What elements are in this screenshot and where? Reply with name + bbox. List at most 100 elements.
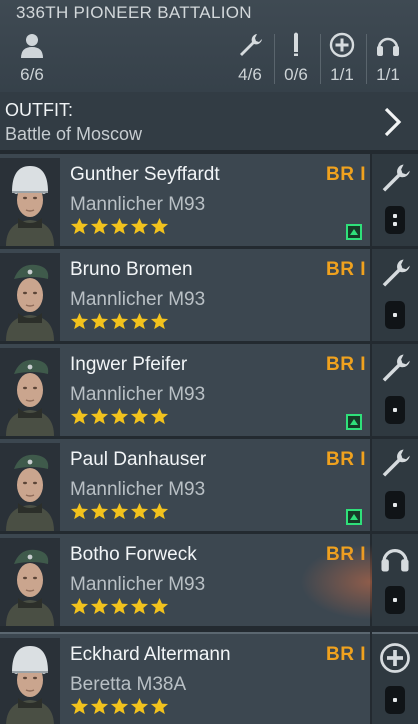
- wrench-icon[interactable]: [379, 257, 411, 294]
- soldier-weapon: Mannlicher M93: [70, 574, 206, 595]
- slot-radio[interactable]: 1/1: [366, 32, 410, 85]
- ammo-icon: [274, 32, 318, 63]
- soldier-rank-stars: [70, 407, 169, 431]
- ammo-slot-icon[interactable]: [385, 396, 405, 424]
- soldiers-count-value: 6/6: [20, 65, 44, 84]
- star-icon: [90, 407, 109, 431]
- soldier-slot-panel[interactable]: [372, 344, 418, 436]
- headphones-icon[interactable]: [379, 542, 411, 579]
- upgrade-available-icon[interactable]: [346, 224, 362, 240]
- battle-rating: BR I: [326, 354, 366, 375]
- soldier-rank-stars: [70, 502, 169, 526]
- star-icon: [110, 407, 129, 431]
- star-icon: [110, 502, 129, 526]
- star-icon: [150, 697, 169, 721]
- medic-plus-icon[interactable]: [379, 642, 411, 679]
- wrench-icon[interactable]: [379, 352, 411, 389]
- soldier-row[interactable]: Botho ForweckMannlicher M93BR I: [0, 534, 418, 626]
- ammo-slot-icon[interactable]: [385, 301, 405, 329]
- soldier-card[interactable]: Gunther Seyffardt Mannlicher M93 BR I: [0, 154, 370, 246]
- soldiers-count: 6/6: [12, 32, 52, 85]
- slot-engineer[interactable]: 4/6: [228, 32, 272, 85]
- squad-header: 336TH PIONEER BATTALION 6/6 4/6 0/6 1/1 …: [0, 0, 418, 92]
- soldier-portrait: [0, 538, 60, 626]
- outfit-label: OUTFIT:: [5, 100, 73, 120]
- star-icon: [150, 597, 169, 621]
- ammo-slot-icon[interactable]: [385, 586, 405, 614]
- star-icon: [70, 697, 89, 721]
- star-icon: [70, 597, 89, 621]
- star-icon: [130, 597, 149, 621]
- soldier-portrait: [0, 443, 60, 531]
- ammo-slot-icon[interactable]: [385, 491, 405, 519]
- star-icon: [90, 597, 109, 621]
- soldier-portrait: [0, 158, 60, 246]
- slot-ammo[interactable]: 0/6: [274, 32, 318, 85]
- soldier-row[interactable]: Eckhard Altermann Beretta M38A BR I: [0, 632, 418, 724]
- ammo-slot-icon[interactable]: [385, 686, 405, 714]
- soldier-name: Ingwer Pfeifer: [70, 354, 188, 375]
- wrench-icon[interactable]: [379, 447, 411, 484]
- soldier-name: Paul Danhauser: [70, 449, 207, 470]
- star-icon: [130, 697, 149, 721]
- soldier-slot-panel[interactable]: [372, 439, 418, 531]
- soldier-name: Eckhard Altermann: [70, 644, 231, 665]
- battle-rating: BR I: [326, 164, 366, 185]
- star-icon: [90, 697, 109, 721]
- soldier-weapon: Beretta M38A: [70, 674, 187, 695]
- soldier-card[interactable]: Paul Danhauser Mannlicher M93 BR I: [0, 439, 370, 531]
- star-icon: [90, 217, 109, 241]
- headphones-icon: [366, 32, 410, 63]
- upgrade-available-icon[interactable]: [346, 414, 362, 430]
- star-icon: [110, 312, 129, 336]
- star-icon: [130, 217, 149, 241]
- soldier-name: Gunther Seyffardt: [70, 164, 220, 185]
- soldier-weapon: Mannlicher M93: [70, 384, 206, 405]
- star-icon: [110, 217, 129, 241]
- star-icon: [150, 407, 169, 431]
- soldier-rank-stars: [70, 597, 169, 621]
- star-icon: [70, 407, 89, 431]
- soldier-card[interactable]: Ingwer Pfeifer Mannlicher M93 BR I: [0, 344, 370, 436]
- soldier-rank-stars: [70, 312, 169, 336]
- ammo-slot-icon[interactable]: [385, 206, 405, 234]
- soldier-rank-stars: [70, 697, 169, 721]
- star-icon: [90, 312, 109, 336]
- wrench-icon: [228, 32, 272, 63]
- outfit-selector[interactable]: OUTFIT: Battle of Moscow: [0, 92, 418, 150]
- battle-rating: BR I: [326, 644, 366, 665]
- slot-engineer-value: 4/6: [238, 65, 262, 84]
- soldier-slot-panel[interactable]: [372, 632, 418, 724]
- soldier-row[interactable]: Paul Danhauser Mannlicher M93 BR I: [0, 439, 418, 531]
- soldier-row[interactable]: Gunther Seyffardt Mannlicher M93 BR I: [0, 154, 418, 246]
- slot-ammo-value: 0/6: [284, 65, 308, 84]
- soldier-weapon: Mannlicher M93: [70, 289, 206, 310]
- soldier-weapon: Mannlicher M93: [70, 194, 206, 215]
- star-icon: [150, 502, 169, 526]
- soldier-row[interactable]: Bruno Bromen Mannlicher M93 BR I: [0, 249, 418, 341]
- upgrade-available-icon[interactable]: [346, 509, 362, 525]
- soldier-card[interactable]: Eckhard Altermann Beretta M38A BR I: [0, 632, 370, 724]
- slot-medic[interactable]: 1/1: [320, 32, 364, 85]
- soldier-card[interactable]: Bruno Bromen Mannlicher M93 BR I: [0, 249, 370, 341]
- battle-rating: BR I: [326, 449, 366, 470]
- soldier-row[interactable]: Ingwer Pfeifer Mannlicher M93 BR I: [0, 344, 418, 436]
- star-icon: [70, 502, 89, 526]
- soldier-weapon: Mannlicher M93: [70, 479, 206, 500]
- star-icon: [150, 312, 169, 336]
- star-icon: [110, 597, 129, 621]
- soldier-slot-panel[interactable]: [372, 534, 418, 626]
- soldier-portrait: [0, 348, 60, 436]
- star-icon: [110, 697, 129, 721]
- soldier-name: Bruno Bromen: [70, 259, 193, 280]
- star-icon: [130, 502, 149, 526]
- soldier-portrait: [0, 253, 60, 341]
- slot-radio-value: 1/1: [376, 65, 400, 84]
- chevron-right-icon[interactable]: [382, 106, 404, 143]
- soldier-portrait: [0, 638, 60, 724]
- soldier-slot-panel[interactable]: [372, 154, 418, 246]
- outfit-value: Battle of Moscow: [5, 124, 143, 144]
- wrench-icon[interactable]: [379, 162, 411, 199]
- star-icon: [130, 407, 149, 431]
- soldier-slot-panel[interactable]: [372, 249, 418, 341]
